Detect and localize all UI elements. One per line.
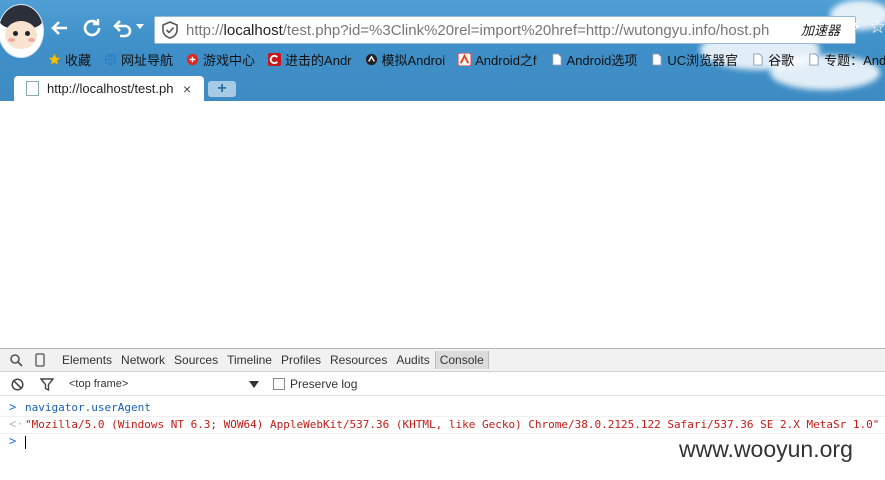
console-input-field[interactable] — [25, 433, 26, 450]
tab-strip: http://localhost/test.ph × + — [0, 76, 885, 101]
bookmarks-bar: 收藏 网址导航 游戏中心 进击的Andr 模拟Androi Android之f … — [48, 50, 885, 68]
page-icon — [809, 52, 819, 66]
bookmark-item[interactable]: 收藏 — [48, 50, 91, 69]
android-icon — [458, 52, 472, 66]
watermark: www.wooyun.org — [679, 436, 853, 462]
devtools-tabbar: Elements Network Sources Timeline Profil… — [0, 349, 885, 372]
accelerator-button[interactable]: 加速器 — [797, 20, 841, 39]
game-icon — [186, 53, 199, 65]
frame-selector[interactable]: <top frame> — [69, 378, 249, 390]
console-toolbar: <top frame> Preserve log — [0, 373, 885, 396]
filter-icon[interactable] — [39, 376, 55, 392]
address-bar[interactable]: http://localhost/test.php?id=%3Clink%20r… — [154, 16, 856, 44]
lightning-icon[interactable]: ⚡ — [850, 17, 862, 37]
console-command: navigator.userAgent — [25, 401, 151, 414]
device-mode-icon[interactable] — [32, 352, 48, 368]
c-logo-icon — [268, 52, 282, 66]
new-tab-button[interactable]: + — [208, 81, 236, 97]
close-icon[interactable]: × — [183, 81, 191, 97]
preserve-log-checkbox[interactable] — [273, 378, 285, 390]
tab-network[interactable]: Network — [121, 353, 165, 367]
bookmark-item[interactable]: 游戏中心 — [186, 50, 255, 69]
url-text[interactable]: http://localhost/test.php?id=%3Clink%20r… — [186, 22, 769, 39]
tab-profiles[interactable]: Profiles — [281, 353, 321, 367]
console-result-entry: <· "Mozilla/5.0 (Windows NT 6.3; WOW64) … — [0, 416, 885, 433]
star-icon — [48, 52, 61, 65]
page-content — [0, 101, 885, 348]
clear-console-icon[interactable] — [9, 376, 25, 392]
tab-elements[interactable]: Elements — [62, 353, 112, 367]
result-prompt-icon: <· — [9, 417, 24, 431]
bookmark-item[interactable]: 进击的Andr — [268, 50, 352, 69]
bookmark-item[interactable]: Android之f — [458, 50, 537, 69]
emulator-icon — [365, 53, 377, 65]
bookmark-item[interactable]: 谷歌 — [751, 50, 794, 69]
prompt-chevron-icon: > — [9, 434, 17, 448]
back-button[interactable] — [47, 15, 73, 41]
undo-icon — [113, 20, 132, 38]
reload-button[interactable] — [79, 15, 105, 41]
user-avatar[interactable] — [0, 4, 44, 58]
tab-sources[interactable]: Sources — [174, 353, 218, 367]
chevron-down-icon[interactable] — [136, 24, 144, 29]
console-input-entry: > navigator.userAgent — [0, 399, 885, 416]
text-caret — [25, 435, 26, 449]
page-icon — [753, 52, 763, 66]
tab-title: http://localhost/test.ph — [47, 81, 174, 96]
active-tab[interactable]: http://localhost/test.ph × — [14, 76, 204, 101]
bookmark-item[interactable]: UC浏览器官 — [650, 50, 738, 69]
page-icon — [652, 52, 662, 66]
preserve-log-label: Preserve log — [290, 377, 358, 391]
tab-console[interactable]: Console — [434, 351, 489, 369]
bookmark-item[interactable]: 模拟Androi — [365, 50, 445, 69]
inspect-icon[interactable] — [8, 352, 24, 368]
tab-timeline[interactable]: Timeline — [227, 353, 272, 367]
chevron-down-icon[interactable] — [249, 380, 259, 388]
bookmark-star-icon[interactable]: ☆ — [869, 16, 885, 39]
tab-audits[interactable]: Audits — [396, 353, 429, 367]
input-prompt-icon: > — [9, 400, 17, 414]
tab-resources[interactable]: Resources — [330, 353, 387, 367]
shield-icon — [162, 21, 178, 39]
console-result: "Mozilla/5.0 (Windows NT 6.3; WOW64) App… — [25, 418, 880, 431]
page-icon — [551, 52, 562, 66]
bookmark-item[interactable]: 网址导航 — [104, 50, 173, 69]
browser-chrome: http://localhost/test.php?id=%3Clink%20r… — [0, 0, 885, 101]
globe-icon — [104, 53, 117, 65]
reload-icon — [83, 19, 101, 37]
undo-close-button[interactable] — [109, 15, 135, 41]
bookmark-item[interactable]: Android选项 — [550, 50, 637, 69]
bookmark-item[interactable]: 专题：Andr — [807, 50, 885, 69]
back-arrow-icon — [51, 21, 67, 35]
page-icon — [26, 81, 39, 96]
